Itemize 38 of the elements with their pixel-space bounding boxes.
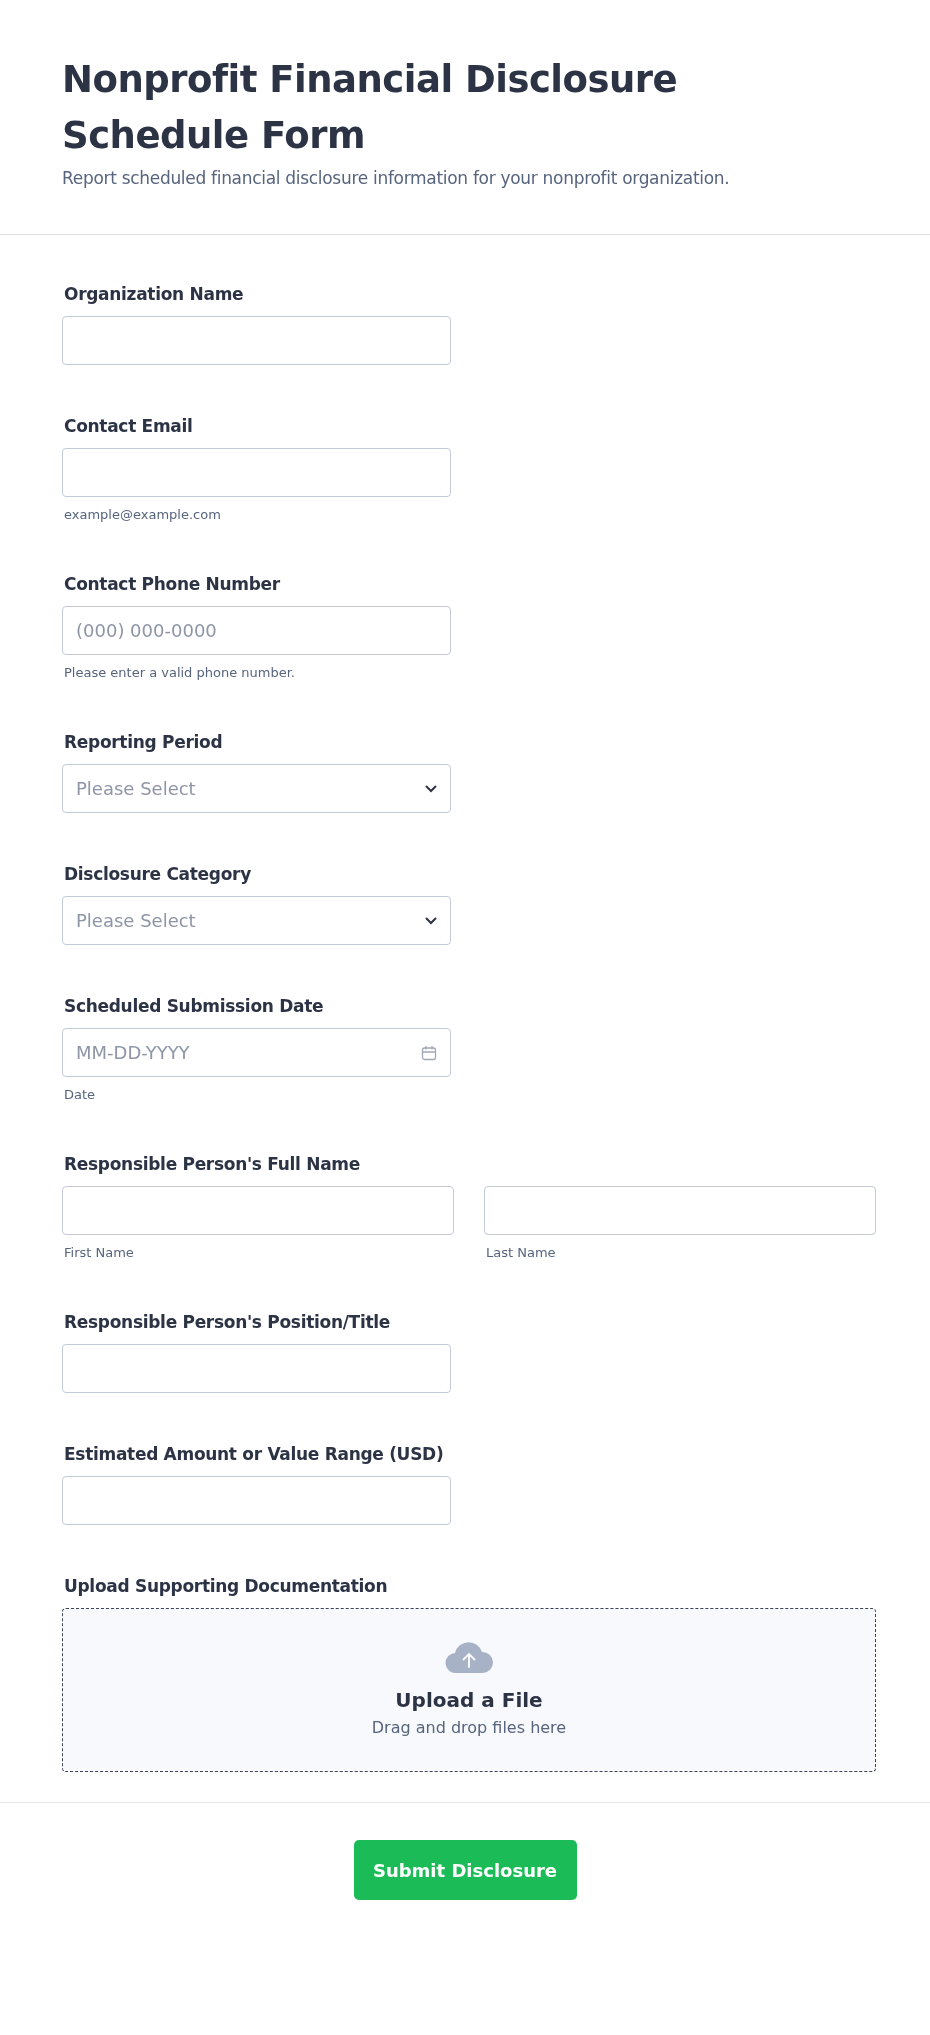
- input-field[interactable]: [62, 1344, 451, 1393]
- chevron-down-icon: [425, 784, 437, 793]
- field-label: Disclosure Category: [64, 863, 252, 885]
- field-label: Scheduled Submission Date: [64, 995, 325, 1017]
- field-label: Reporting Period: [64, 731, 224, 753]
- select-field[interactable]: Please Select: [62, 896, 451, 945]
- select-placeholder: Please Select: [76, 778, 196, 799]
- field-sublabel: Please enter a valid phone number.: [64, 665, 296, 681]
- input-field[interactable]: (000) 000-0000: [62, 606, 451, 655]
- calendar-icon: [421, 1044, 437, 1061]
- chevron-down-icon: [425, 916, 437, 925]
- input-field[interactable]: [62, 1186, 454, 1235]
- select-field[interactable]: Please Select: [62, 764, 451, 813]
- input-field[interactable]: [62, 316, 451, 365]
- upload-hint: Drag and drop files here: [371, 1717, 567, 1739]
- submit-button[interactable]: Submit Disclosure: [353, 1840, 577, 1900]
- input-field[interactable]: [484, 1186, 876, 1235]
- field-label: Contact Phone Number: [64, 573, 281, 595]
- upload-title: Upload a File: [395, 1687, 543, 1713]
- field-sublabel: First Name: [64, 1245, 135, 1261]
- input-field[interactable]: [62, 1476, 451, 1525]
- form-title: Nonprofit Financial Disclosure Schedule Form: [62, 57, 679, 159]
- cloud-upload-icon: [444, 1641, 494, 1675]
- field-label: Organization Name: [64, 283, 245, 305]
- field-label: Contact Email: [64, 415, 194, 437]
- form-subtitle: Report scheduled financial disclosure information for your nonprofit organization.: [62, 167, 731, 190]
- date-field[interactable]: MM-DD-YYYY: [62, 1028, 451, 1077]
- field-sublabel: Date: [64, 1087, 97, 1103]
- field-sublabel: example@example.com: [64, 507, 222, 523]
- field-label: Responsible Person's Position/Title: [64, 1311, 392, 1333]
- upload-dropzone[interactable]: Upload a File Drag and drop files here: [62, 1608, 876, 1772]
- field-label: Upload Supporting Documentation: [64, 1575, 389, 1597]
- select-placeholder: Please Select: [76, 910, 196, 931]
- field-sublabel: Last Name: [486, 1245, 557, 1261]
- field-label: Estimated Amount or Value Range (USD): [64, 1443, 445, 1465]
- input-field[interactable]: [62, 448, 451, 497]
- field-label: Responsible Person's Full Name: [64, 1153, 361, 1175]
- date-placeholder: MM-DD-YYYY: [76, 1042, 190, 1063]
